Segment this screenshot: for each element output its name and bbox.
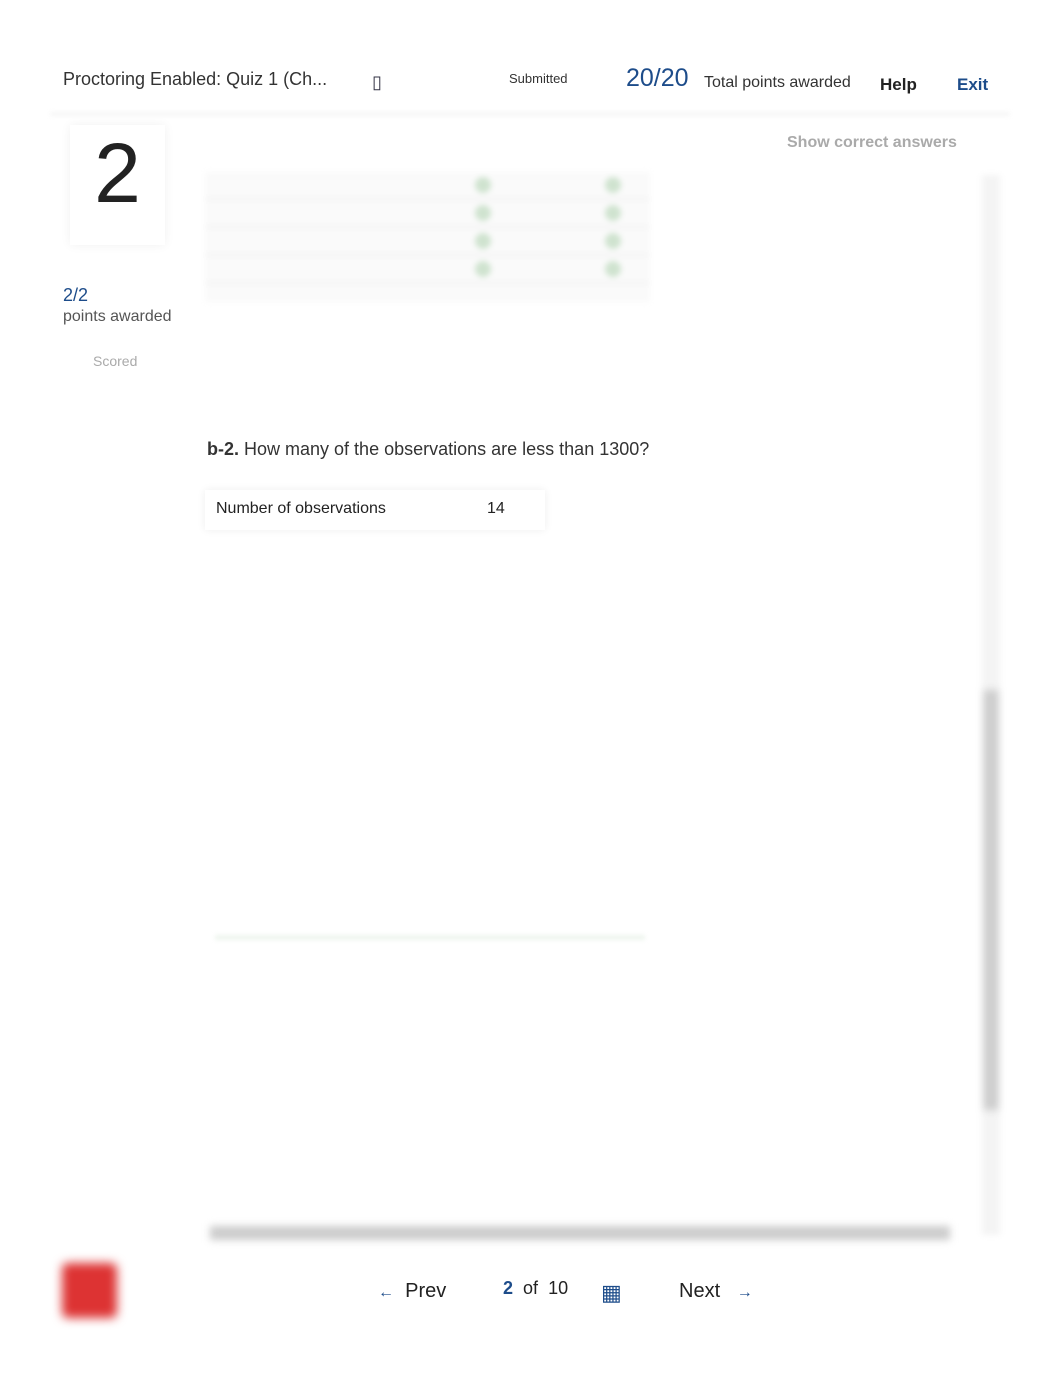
answer-value: 14 <box>487 500 505 517</box>
status-label: Submitted <box>509 71 568 86</box>
total-pages: 10 <box>548 1278 569 1298</box>
points-awarded-label: points awarded <box>63 308 172 325</box>
header-divider <box>50 112 1010 116</box>
blurred-answer-table <box>205 172 650 302</box>
prev-label: Prev <box>405 1280 447 1302</box>
prev-button[interactable]: ← Prev <box>378 1280 446 1303</box>
total-score: 20/20 <box>626 64 689 92</box>
page-indicator: 2 of 10 <box>503 1278 568 1299</box>
grid-icon[interactable]: ▦ <box>601 1282 622 1304</box>
divider <box>215 935 645 940</box>
info-icon[interactable]: ▯ <box>372 72 382 93</box>
exit-button[interactable]: Exit <box>957 75 988 95</box>
help-button[interactable]: Help <box>880 75 917 95</box>
question-number: 2 <box>70 125 165 245</box>
question-text: b-2. How many of the observations are le… <box>207 439 649 460</box>
question-body: How many of the observations are less th… <box>239 439 650 459</box>
quiz-title: Proctoring Enabled: Quiz 1 (Ch... <box>63 69 328 89</box>
arrow-right-icon: → <box>736 1284 753 1301</box>
scrollbar-thumb[interactable] <box>984 690 998 1110</box>
points-awarded: 2/2 <box>63 285 89 305</box>
scored-label: Scored <box>93 353 138 369</box>
next-label: Next <box>679 1280 721 1302</box>
answer-label: Number of observations <box>216 500 386 517</box>
horizontal-scrollbar[interactable] <box>210 1226 950 1240</box>
of-label: of <box>523 1278 539 1298</box>
show-correct-answers-button[interactable]: Show correct answers <box>787 134 957 152</box>
next-button[interactable]: Next → <box>679 1280 753 1303</box>
total-score-label: Total points awarded <box>704 74 851 91</box>
current-page: 2 <box>503 1278 514 1298</box>
arrow-left-icon: ← <box>378 1284 394 1301</box>
brand-logo <box>62 1263 117 1318</box>
question-prefix: b-2. <box>207 439 240 459</box>
